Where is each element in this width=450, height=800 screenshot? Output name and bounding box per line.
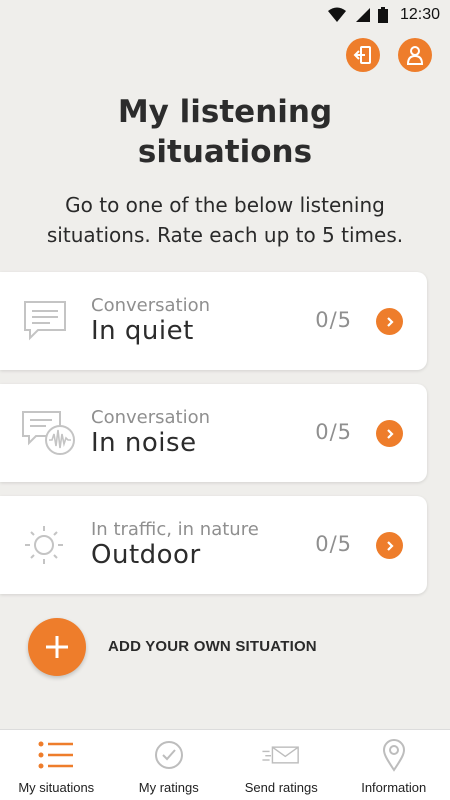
situation-category: In traffic, in nature [91,519,259,540]
speech-bubble-icon [24,301,66,341]
plus-icon [46,636,68,658]
nav-item-send-ratings[interactable]: Send ratings [225,730,338,800]
situation-name: Outdoor [91,540,201,570]
nav-label: Information [361,780,427,795]
add-situation-label[interactable]: ADD YOUR OWN SITUATION [108,638,317,655]
battery-icon [377,7,388,23]
open-situation-button[interactable] [376,420,403,447]
bottom-nav: My situations My ratings Send ratings In… [0,729,450,800]
signal-icon [355,8,370,22]
rating-count: 0/5 [315,532,352,556]
nav-item-my-ratings[interactable]: My ratings [113,730,226,800]
status-bar: 12:30 [0,0,450,30]
send-mail-icon [262,746,300,764]
nav-label: My situations [18,780,95,795]
top-actions [346,38,432,72]
list-icon [38,741,74,769]
open-situation-button[interactable] [376,532,403,559]
nav-label: Send ratings [244,780,318,795]
situation-card-outdoor[interactable]: In traffic, in nature Outdoor 0/5 [0,496,427,594]
check-circle-icon [154,741,183,769]
speech-noise-icon [22,411,75,455]
nav-label: My ratings [138,780,199,795]
add-situation-button[interactable] [28,618,86,676]
logout-icon [353,46,371,64]
chevron-right-icon [386,540,394,551]
situation-name: In quiet [91,316,194,346]
nav-item-my-situations[interactable]: My situations [0,730,113,800]
sun-icon [25,526,63,564]
nav-item-information[interactable]: Information [338,730,450,800]
situation-category: Conversation [91,407,211,428]
profile-button[interactable] [398,38,432,72]
chevron-right-icon [386,316,394,327]
page-title: My listening situations [117,94,333,170]
situation-category: Conversation [91,295,211,316]
wifi-icon [327,7,346,22]
situation-name: In noise [91,428,197,458]
situation-card-in-noise[interactable]: Conversation In noise 0/5 [0,384,427,482]
status-time: 12:30 [399,6,440,23]
user-icon [406,46,424,65]
location-pin-icon [382,739,405,772]
rating-count: 0/5 [315,420,352,444]
open-situation-button[interactable] [376,308,403,335]
logout-button[interactable] [346,38,380,72]
situation-card-in-quiet[interactable]: Conversation In quiet 0/5 [0,272,427,370]
rating-count: 0/5 [315,308,352,332]
chevron-right-icon [386,428,394,439]
page-subtitle: Go to one of the below listening situati… [46,193,404,247]
